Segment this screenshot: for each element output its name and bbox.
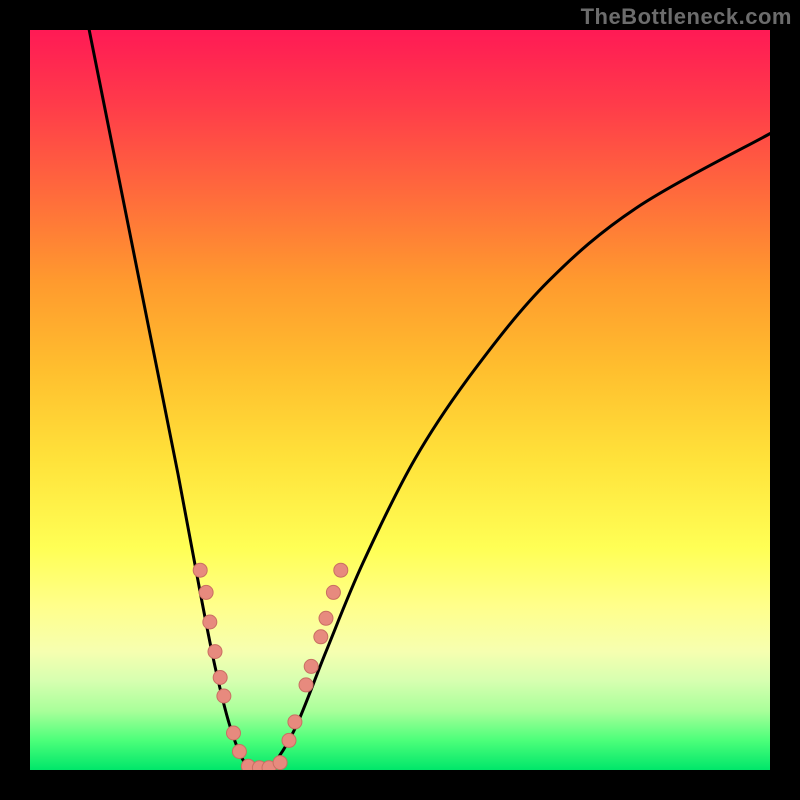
data-marker	[232, 745, 246, 759]
data-marker	[208, 645, 222, 659]
data-marker	[288, 715, 302, 729]
watermark-label: TheBottleneck.com	[581, 4, 792, 30]
bottleneck-curve-path	[89, 30, 770, 770]
data-marker	[314, 630, 328, 644]
data-marker	[227, 726, 241, 740]
plot-area	[30, 30, 770, 770]
data-marker	[304, 659, 318, 673]
data-marker	[203, 615, 217, 629]
data-marker	[213, 671, 227, 685]
data-marker	[217, 689, 231, 703]
data-marker	[326, 585, 340, 599]
data-marker	[193, 563, 207, 577]
data-marker	[199, 585, 213, 599]
chart-svg	[30, 30, 770, 770]
data-marker	[282, 733, 296, 747]
data-marker	[334, 563, 348, 577]
data-marker	[299, 678, 313, 692]
data-marker	[273, 756, 287, 770]
chart-stage: TheBottleneck.com	[0, 0, 800, 800]
data-marker	[319, 611, 333, 625]
